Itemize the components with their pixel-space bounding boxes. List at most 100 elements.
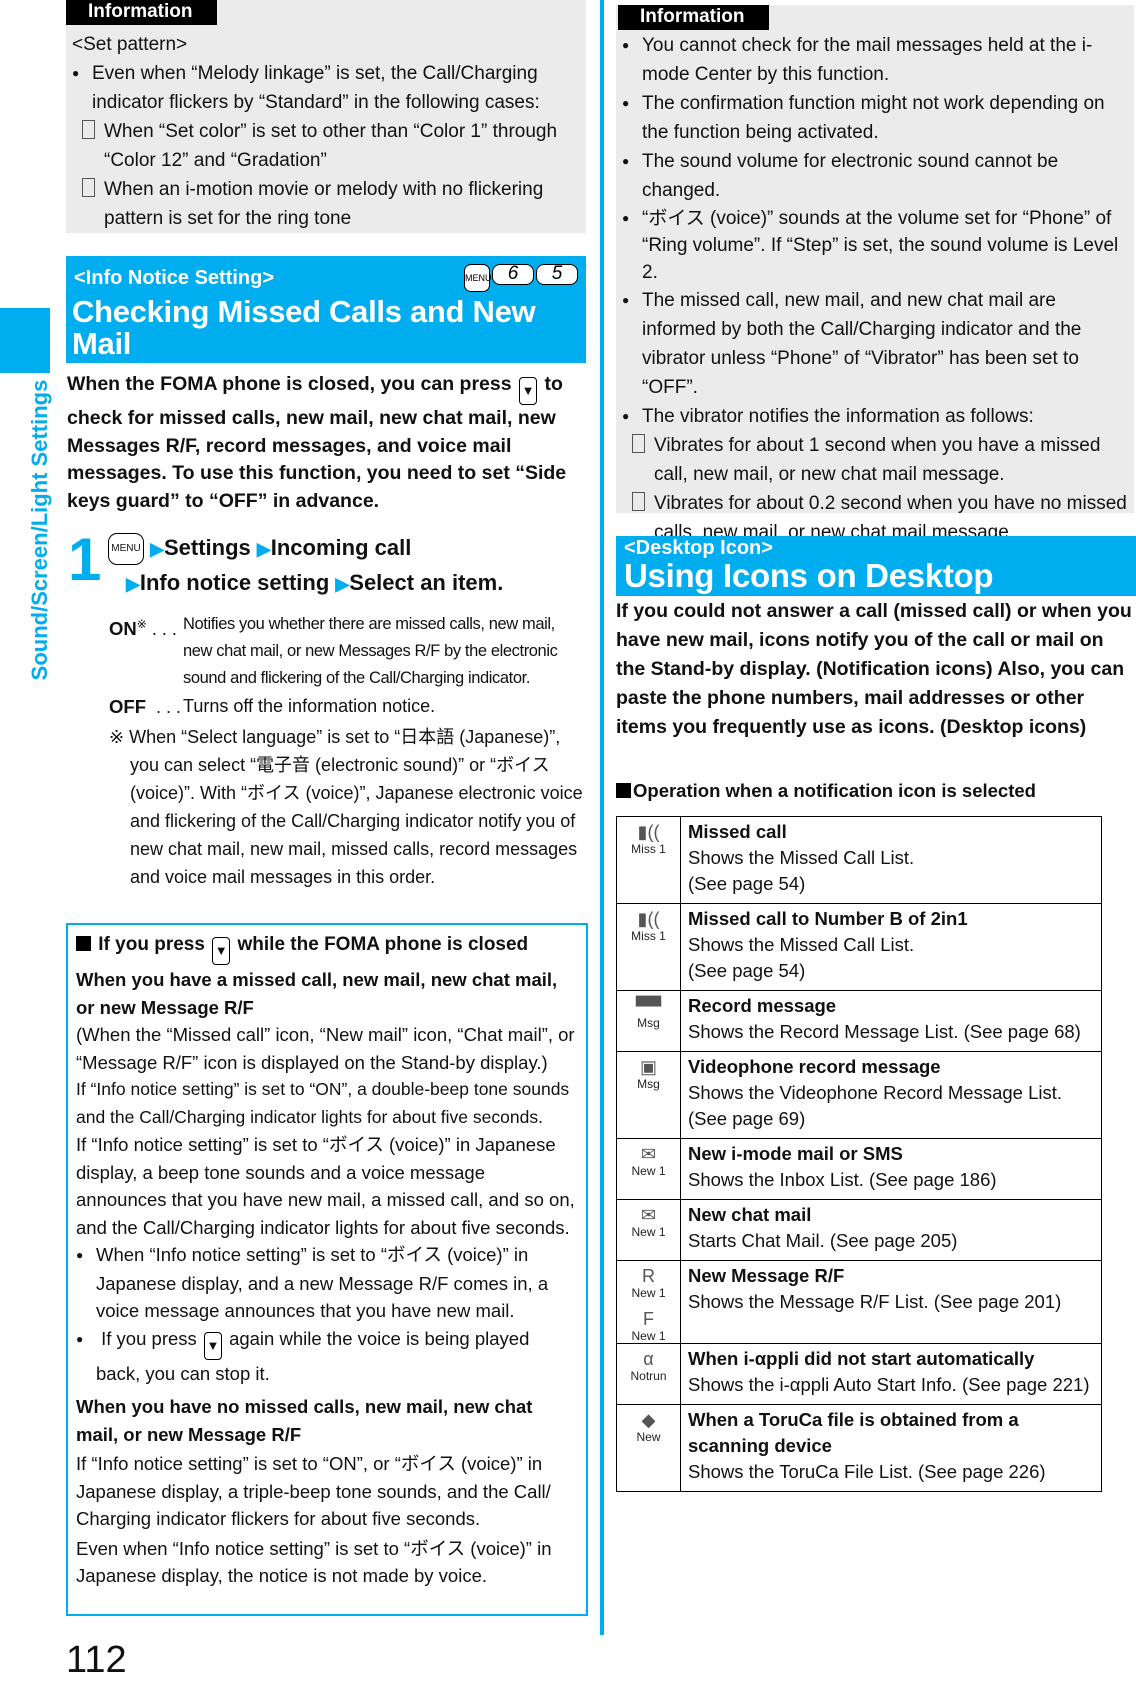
row-title: New chat mail [688,1204,812,1225]
desktop-intro: If you could not answer a call (missed c… [616,600,1132,738]
table-row: ▮((Miss 1 Missed call to Number B of 2in1… [616,903,1102,991]
missed-call-2in1-icon: ▮(( [637,909,660,929]
icon-label: New [636,1430,661,1444]
icon-cell: ▮((Miss 1 [616,816,681,904]
new-mail-icon: ✉ [640,1144,657,1164]
option-note: ※ When “Select language” is set to “日本語 … [109,727,583,887]
icon-label: Miss 1 [631,842,666,856]
icon-label: Msg [637,1077,660,1091]
case2-p1: If “Info notice setting” is set to “ON”,… [76,1453,551,1529]
desktop-section-header: <Desktop Icon> Using Icons on Desktop [616,536,1136,596]
desc-cell: New Message R/F Shows the Message R/F Lis… [680,1260,1102,1344]
icon-cell: ▀▀ Msg [616,990,681,1052]
missed-call-icon: ▮(( [637,822,660,842]
row-ref: (See page 69) [688,1108,806,1129]
info-bullet: The missed call, new mail, and new chat … [622,286,1130,402]
row-desc: Shows the i-αppli Auto Start Info. (See … [688,1374,1090,1395]
section-subtitle: <Desktop Icon> [624,537,773,559]
shortcut-keys: MENU 6 5 [464,264,578,292]
closed-phone-box: If you press ▼ while the FOMA phone is c… [66,923,588,1616]
case2-p2: Even when “Info notice setting” is set t… [76,1537,552,1587]
intro-text: When the FOMA phone is closed, you can p… [67,373,512,395]
intro-paragraph: When the FOMA phone is closed, you can p… [67,371,587,515]
info-bullet: “ボイス (voice)” sounds at the volume set f… [622,205,1130,286]
option-name: OFF [109,696,146,717]
chat-mail-icon: ✉ [640,1205,657,1225]
option-name: ON [109,618,137,639]
row-desc: Starts Chat Mail. (See page 205) [688,1230,958,1251]
row-desc: Shows the Inbox List. (See page 186) [688,1169,997,1190]
table-row: ▣ Msg Videophone record message Shows the V… [616,1051,1102,1139]
row-desc: Shows the Videophone Record Message List… [688,1082,1063,1103]
right-info-box: Information You cannot check for the mai… [616,5,1134,572]
path-item: Info notice setting [139,570,330,595]
desc-cell: When a ToruCa file is obtained from a sc… [680,1404,1102,1492]
row-title: New i-mode mail or SMS [688,1143,903,1164]
desc-cell: New i-mode mail or SMS Shows the Inbox Li… [680,1138,1102,1200]
icon-label: New 1 [631,1329,666,1343]
desc-cell: When i-αppli did not start automatically… [680,1343,1102,1405]
info-sub-item: Vibrates for about 1 second when you hav… [622,431,1130,489]
section-subtitle: <Info Notice Setting> [74,267,275,289]
row-desc: Shows the Record Message List. (See page… [688,1021,1081,1042]
icon-label: Miss 1 [631,929,666,943]
row-title: When i-αppli did not start automatically [688,1348,1035,1369]
icon-cell: α Notrun [616,1343,681,1405]
row-desc: Shows the Missed Call List. [688,934,915,955]
option-on: ON※ . . . Notifies you whether there are… [109,611,584,692]
desc-cell: New chat mail Starts Chat Mail. (See page… [680,1199,1102,1261]
step-instruction: MENU ▶Settings ▶Incoming call ▶Info noti… [108,531,568,601]
icon-label: Notrun [630,1369,667,1383]
table-row: ✉ New 1 New i-mode mail or SMS Shows the In… [616,1138,1102,1200]
icon-cell: R New 1 F New 1 [616,1260,681,1344]
table-heading: Operation when a notification icon is se… [616,777,1036,805]
info-sub-item: When an i-motion movie or melody with no… [72,175,578,233]
down-key-icon: ▼ [203,1331,222,1360]
path-item: Select an item. [349,570,504,595]
box-heading-text: while the FOMA phone is closed [237,934,529,955]
section-title-line1: Checking Missed Calls and New Mail [72,294,536,361]
info-bullet: The vibrator notifies the information as… [622,402,1130,431]
step-number: 1 [68,526,102,593]
info-bullet: The confirmation function might not work… [622,89,1130,147]
info-sub-item: When “Set color” is set to other than “C… [72,117,578,175]
toruca-icon: ◆ [641,1410,656,1430]
notification-icon-table-wrap: ▮((Miss 1 Missed call Shows the Missed Cal… [616,816,1102,1492]
row-ref: (See page 54) [688,873,806,894]
message-rf-icon: R [642,1266,655,1286]
row-title: Record message [688,995,837,1016]
page-number: 112 [66,1639,127,1681]
option-desc: Notifies you whether there are missed ca… [183,615,558,687]
message-rf-icon-f: F [643,1309,654,1329]
videophone-message-icon: ▣ [639,1057,657,1077]
section-title: Using Icons on Desktop [624,557,994,594]
case1-p2: If “Info notice setting” is set to “ボイス … [76,1134,575,1238]
row-title: New Message R/F [688,1265,845,1286]
left-info-box: Information <Set pattern> Even when “Mel… [66,0,586,233]
row-desc: Shows the Message R/F List. (See page 20… [688,1291,1062,1312]
table-row: ▮((Miss 1 Missed call Shows the Missed Cal… [616,816,1102,904]
icon-cell: ✉ New 1 [616,1138,681,1200]
section-header: <Info Notice Setting> MENU 6 5 Checking … [66,256,586,424]
table-row: α Notrun When i-αppli did not start automa… [616,1343,1102,1405]
row-title: Missed call [688,821,787,842]
chapter-label: Sound/Screen/Light Settings [27,379,52,681]
row-desc: Shows the Missed Call List. [688,847,915,868]
info-bullet: The sound volume for electronic sound ca… [622,147,1130,205]
icon-label: New 1 [631,1225,666,1239]
menu-key-icon: MENU [464,264,492,292]
option-desc: Turns off the information notice. [183,696,436,716]
info-heading: <Set pattern> [72,34,188,55]
desc-cell: Missed call Shows the Missed Call List. (S… [680,816,1102,904]
down-key-icon: ▼ [212,937,231,965]
key-6-icon: 6 [492,264,534,285]
bullet-text: If you press [101,1327,197,1349]
row-desc: Shows the ToruCa File List. (See page 22… [688,1461,1046,1482]
info-bullet: Even when “Melody linkage” is set, the C… [72,59,578,117]
row-ref: (See page 54) [688,960,806,981]
notification-icon-table: ▮((Miss 1 Missed call Shows the Missed Cal… [616,816,1102,1492]
info-tag: Information [66,0,217,25]
record-message-icon: ▀▀ [635,996,662,1016]
down-key-icon: ▼ [519,377,538,405]
desc-cell: Missed call to Number B of 2in1 Shows the… [680,903,1102,991]
